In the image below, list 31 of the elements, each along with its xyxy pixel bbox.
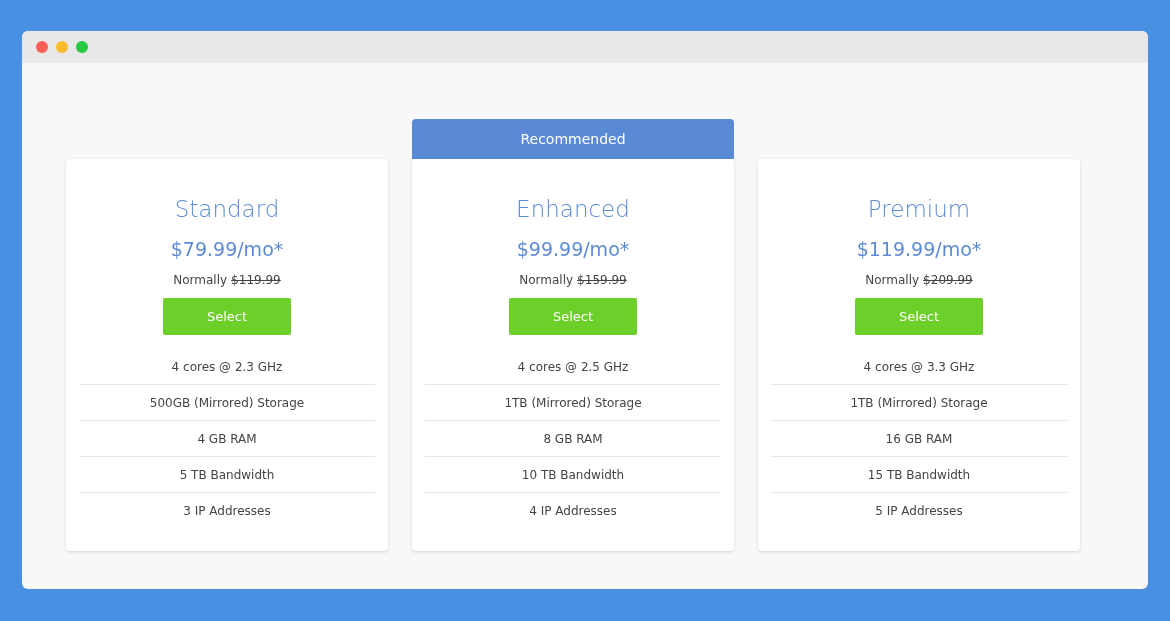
plan-price: $119.99/mo* xyxy=(856,237,982,262)
plan-name: Premium xyxy=(867,195,971,224)
normal-price: $209.99 xyxy=(923,272,973,289)
feature-row: 1TB (Mirrored) Storage xyxy=(771,385,1067,421)
feature-row: 4 cores @ 3.3 GHz xyxy=(771,349,1067,385)
feature-row: 4 cores @ 2.5 GHz xyxy=(425,349,721,385)
recommended-banner: Recommended xyxy=(412,119,734,159)
select-button[interactable]: Select xyxy=(163,298,291,335)
normal-price: $119.99 xyxy=(231,272,281,289)
plan-name: Standard xyxy=(174,195,280,224)
feature-row: 8 GB RAM xyxy=(425,421,721,457)
feature-row-text: 3 IP Addresses xyxy=(182,503,272,520)
select-button[interactable]: Select xyxy=(509,298,637,335)
normally-label: Normally xyxy=(519,272,574,289)
feature-row-text: 5 IP Addresses xyxy=(874,503,964,520)
select-button[interactable]: Select xyxy=(855,298,983,335)
feature-row: 1TB (Mirrored) Storage xyxy=(425,385,721,421)
feature-row-text: 4 IP Addresses xyxy=(528,503,618,520)
normally-label: Normally xyxy=(865,272,920,289)
plan-price: $79.99/mo* xyxy=(170,237,284,262)
feature-row: 4 cores @ 2.3 GHz xyxy=(79,349,375,385)
plan-name: Enhanced xyxy=(516,195,630,224)
feature-row: 4 GB RAM xyxy=(79,421,375,457)
normally-label: Normally xyxy=(173,272,228,289)
plan-price: $99.99/mo* xyxy=(516,237,630,262)
normal-price: $159.99 xyxy=(577,272,627,289)
feature-row: 15 TB Bandwidth xyxy=(771,457,1067,493)
feature-row: 10 TB Bandwidth xyxy=(425,457,721,493)
feature-row: 16 GB RAM xyxy=(771,421,1067,457)
feature-row: 500GB (Mirrored) Storage xyxy=(79,385,375,421)
feature-row: 5 TB Bandwidth xyxy=(79,457,375,493)
